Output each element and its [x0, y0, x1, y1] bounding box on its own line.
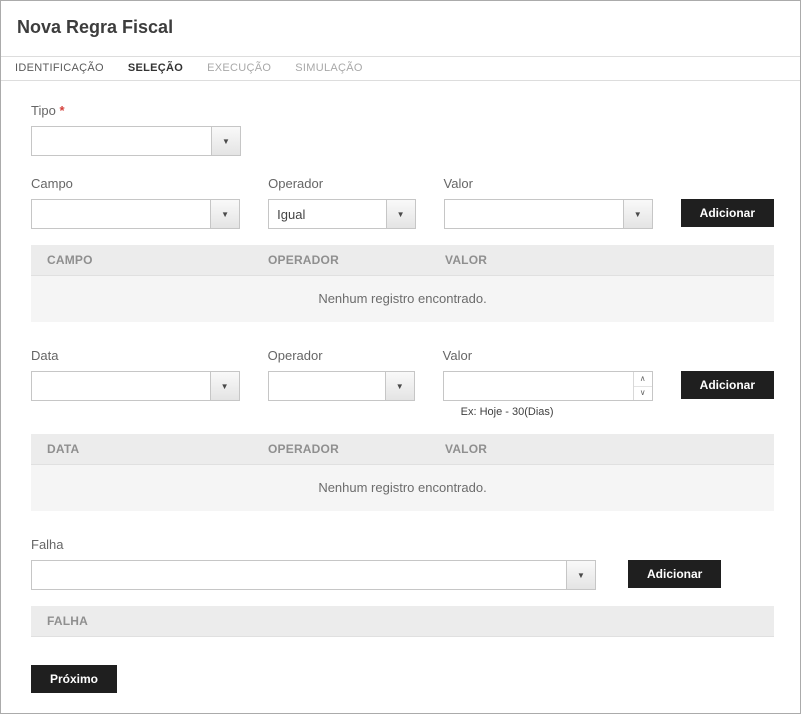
campo-valor-label: Valor — [444, 176, 653, 192]
column-header-operador: OPERADOR — [268, 253, 445, 267]
page-title: Nova Regra Fiscal — [17, 17, 784, 38]
tipo-select-value — [32, 127, 211, 155]
campo-criteria-row: Campo ▼ Operador Igual ▼ Valor ▼ — [31, 176, 774, 229]
data-field: Data ▼ — [31, 348, 240, 401]
campo-operador-select[interactable]: Igual ▼ — [268, 199, 415, 229]
tipo-select[interactable]: ▼ — [31, 126, 241, 156]
campo-add-col: Adicionar — [681, 176, 774, 227]
column-header-valor: VALOR — [445, 442, 487, 456]
column-header-valor: VALOR — [445, 253, 487, 267]
selection-form: Tipo * ▼ Campo ▼ Operador Igual ▼ — [1, 81, 800, 693]
data-valor-spinner: ∧ ∨ — [633, 372, 652, 400]
tipo-field: Tipo * ▼ — [31, 103, 774, 156]
chevron-down-icon[interactable]: ▼ — [385, 372, 414, 400]
campo-table-header: CAMPO OPERADOR VALOR — [31, 245, 774, 276]
campo-table-empty-message: Nenhum registro encontrado. — [31, 276, 774, 322]
falha-select-value — [32, 561, 566, 589]
chevron-down-icon[interactable]: ▼ — [386, 200, 415, 228]
chevron-down-icon[interactable]: ▼ — [211, 127, 240, 155]
tipo-label: Tipo * — [31, 103, 774, 119]
column-header-operador: OPERADOR — [268, 442, 445, 456]
chevron-down-icon[interactable]: ▼ — [210, 200, 239, 228]
falha-table-header: FALHA — [31, 606, 774, 637]
tab-bar: IDENTIFICAÇÃO SELEÇÃO EXECUÇÃO SIMULAÇÃO — [1, 56, 800, 81]
spinner-down-icon[interactable]: ∨ — [634, 386, 652, 401]
campo-select-value — [32, 200, 210, 228]
column-header-campo: CAMPO — [47, 253, 268, 267]
campo-operador-select-value: Igual — [269, 200, 385, 228]
data-table-header: DATA OPERADOR VALOR — [31, 434, 774, 465]
falha-add-col: Adicionar — [628, 537, 721, 588]
tab-execucao: EXECUÇÃO — [195, 56, 283, 81]
tab-selecao[interactable]: SELEÇÃO — [116, 56, 195, 81]
falha-select[interactable]: ▼ — [31, 560, 596, 590]
campo-add-button[interactable]: Adicionar — [681, 199, 774, 227]
campo-field: Campo ▼ — [31, 176, 240, 229]
column-header-data: DATA — [47, 442, 268, 456]
data-operador-select-value — [269, 372, 385, 400]
campo-label: Campo — [31, 176, 240, 192]
campo-valor-select[interactable]: ▼ — [444, 199, 653, 229]
data-valor-hint: Ex: Hoje - 30(Dias) — [443, 406, 653, 418]
page-footer: Próximo — [31, 665, 774, 693]
campo-select[interactable]: ▼ — [31, 199, 240, 229]
data-operador-label: Operador — [268, 348, 415, 364]
falha-row: Falha ▼ Adicionar — [31, 537, 774, 590]
tab-simulacao: SIMULAÇÃO — [283, 56, 375, 81]
data-operador-select[interactable]: ▼ — [268, 371, 415, 401]
campo-valor-select-value — [445, 200, 623, 228]
page-header: Nova Regra Fiscal — [1, 1, 800, 56]
data-select-value — [32, 372, 210, 400]
data-valor-field: Valor ∧ ∨ Ex: Hoje - 30(Dias) — [443, 348, 653, 418]
campo-operador-label: Operador — [268, 176, 415, 192]
falha-field: Falha ▼ — [31, 537, 596, 590]
campo-operador-field: Operador Igual ▼ — [268, 176, 415, 229]
data-add-button[interactable]: Adicionar — [681, 371, 774, 399]
tab-identificacao[interactable]: IDENTIFICAÇÃO — [3, 56, 116, 81]
chevron-down-icon[interactable]: ▼ — [566, 561, 595, 589]
falha-add-button[interactable]: Adicionar — [628, 560, 721, 588]
data-valor-input[interactable] — [444, 372, 633, 400]
falha-label: Falha — [31, 537, 596, 553]
next-button[interactable]: Próximo — [31, 665, 117, 693]
data-select[interactable]: ▼ — [31, 371, 240, 401]
falha-results-table: FALHA — [31, 606, 774, 637]
campo-valor-field: Valor ▼ — [444, 176, 653, 229]
data-valor-label: Valor — [443, 348, 653, 364]
required-marker: * — [59, 103, 64, 118]
chevron-down-icon[interactable]: ▼ — [210, 372, 239, 400]
new-fiscal-rule-page: Nova Regra Fiscal IDENTIFICAÇÃO SELEÇÃO … — [0, 0, 801, 714]
chevron-down-icon[interactable]: ▼ — [623, 200, 652, 228]
data-table-empty-message: Nenhum registro encontrado. — [31, 465, 774, 511]
data-valor-input-wrap: ∧ ∨ — [443, 371, 653, 401]
data-add-col: Adicionar — [681, 348, 774, 399]
column-header-falha: FALHA — [47, 614, 88, 628]
data-criteria-row: Data ▼ Operador ▼ Valor ∧ — [31, 348, 774, 418]
data-results-table: DATA OPERADOR VALOR Nenhum registro enco… — [31, 434, 774, 511]
spinner-up-icon[interactable]: ∧ — [634, 372, 652, 386]
data-label: Data — [31, 348, 240, 364]
campo-results-table: CAMPO OPERADOR VALOR Nenhum registro enc… — [31, 245, 774, 322]
data-operador-field: Operador ▼ — [268, 348, 415, 401]
